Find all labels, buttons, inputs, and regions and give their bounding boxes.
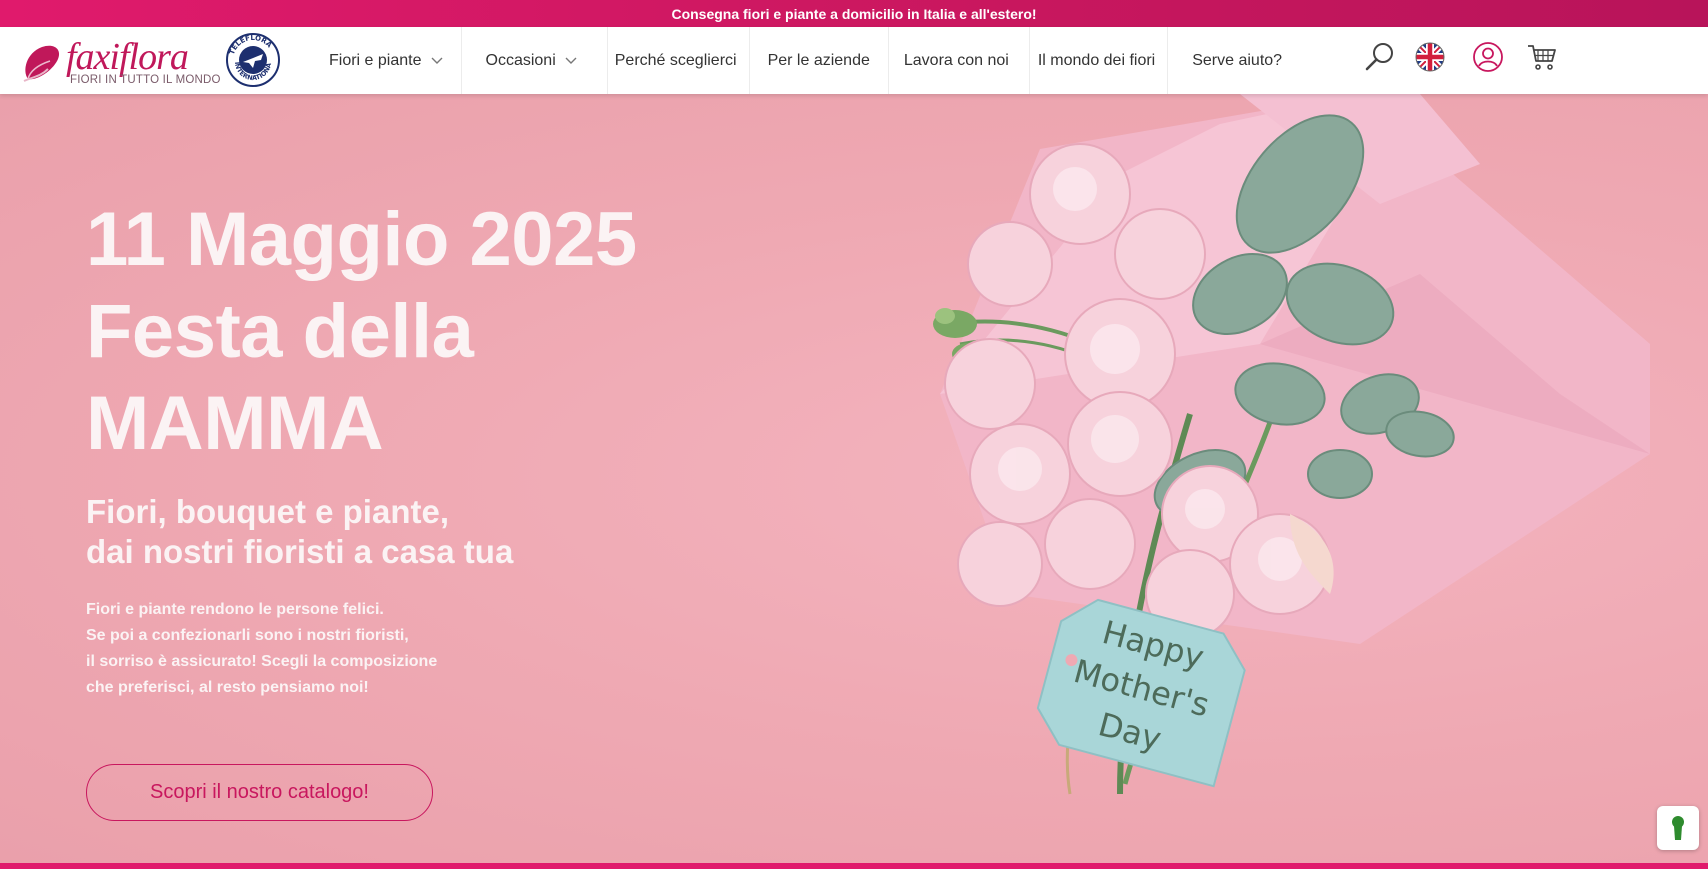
nav-label: Perché sceglierci [614, 51, 737, 69]
hero-subtitle-line1: Fiori, bouquet e piante, [86, 493, 449, 530]
hero-subtitle: Fiori, bouquet e piante, dai nostri fior… [86, 492, 686, 572]
nav-label: Lavora con noi [903, 51, 1009, 69]
nav-lavora-con-noi[interactable]: Lavora con noi [887, 27, 1029, 94]
nav-il-mondo-dei-fiori[interactable]: Il mondo dei fiori [1028, 27, 1167, 94]
privacy-settings-button[interactable] [1657, 806, 1699, 850]
main-nav: Fiori e piante Occasioni Perché sceglier… [311, 27, 1306, 94]
nav-serve-aiuto[interactable]: Serve aiuto? [1167, 27, 1306, 94]
hero-title-date: 11 Maggio 2025 [86, 197, 637, 282]
mothers-day-bouquet-image: Happy Mother's Day [933, 94, 1650, 795]
catalog-cta-button[interactable]: Scopri il nostro catalogo! [86, 764, 433, 821]
logo-wordmark: faxiflora [66, 36, 189, 78]
hero-description-line: Fiori e piante rendono le persone felici… [86, 601, 384, 618]
announcement-bar: Consegna fiori e piante a domicilio in I… [0, 0, 1708, 27]
chevron-down-icon [431, 57, 442, 64]
bottom-accent-line [0, 863, 1708, 869]
search-icon[interactable] [1364, 41, 1396, 73]
chevron-down-icon [565, 57, 577, 64]
uk-flag-icon[interactable] [1414, 41, 1446, 73]
header-actions [1364, 41, 1558, 73]
hero-description-line: il sorriso è assicurato! Scegli la compo… [86, 653, 438, 670]
nav-fiori-e-piante[interactable]: Fiori e piante [311, 27, 461, 94]
main-header: faxiflora FIORI IN TUTTO IL MONDO TELEFL… [0, 27, 1708, 94]
faxiflora-logo[interactable]: faxiflora FIORI IN TUTTO IL MONDO [20, 36, 221, 87]
nav-perche-sceglierci[interactable]: Perché sceglierci [606, 27, 749, 94]
nav-label: Fiori e piante [329, 51, 422, 69]
hero-title-mamma: MAMMA [86, 381, 384, 466]
hero-banner: Happy Mother's Day 11 Maggio 2025 Festa … [0, 94, 1708, 863]
teleflora-badge-icon: TELEFLORA INTERNATIONAL [225, 32, 280, 87]
keyhole-icon [1672, 816, 1684, 840]
hero-description-line: che preferisci, al resto pensiamo noi! [86, 679, 369, 696]
nav-per-le-aziende[interactable]: Per le aziende [748, 27, 888, 94]
announcement-text: Consegna fiori e piante a domicilio in I… [671, 5, 1037, 22]
nav-occasioni[interactable]: Occasioni [460, 27, 607, 94]
nav-label: Occasioni [485, 51, 556, 69]
user-account-icon[interactable] [1472, 41, 1504, 73]
cart-icon[interactable] [1526, 41, 1558, 73]
hero-title: 11 Maggio 2025 Festa della MAMMA [86, 194, 786, 470]
hero-title-festa: Festa della [86, 289, 474, 374]
nav-label: Il mondo dei fiori [1037, 51, 1156, 69]
hero-subtitle-line2: dai nostri fioristi a casa tua [86, 533, 514, 570]
faxiflora-petal-icon [23, 45, 60, 82]
hero-description: Fiori e piante rendono le persone felici… [86, 597, 506, 701]
hero-description-line: Se poi a confezionarli sono i nostri fio… [86, 627, 409, 644]
logo-tagline: FIORI IN TUTTO IL MONDO [70, 74, 221, 86]
nav-label: Per le aziende [767, 51, 870, 69]
nav-label: Serve aiuto? [1192, 51, 1283, 69]
